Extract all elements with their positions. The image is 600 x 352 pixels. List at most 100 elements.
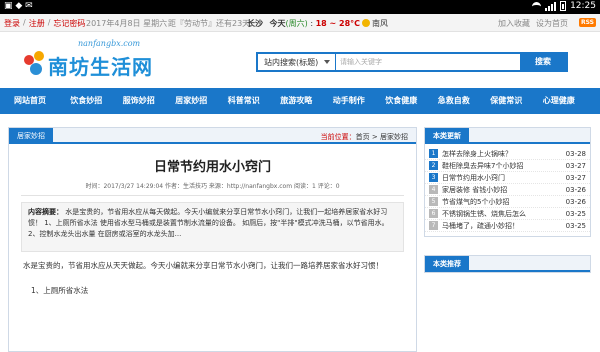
list-item[interactable]: 2 鞋柜除臭去异味7个小妙招 03-27 <box>425 160 590 172</box>
rank-badge: 5 <box>429 197 438 206</box>
rank-badge: 2 <box>429 161 438 170</box>
weather-city: 长沙 <box>247 19 263 28</box>
weather-today-label: 今天 <box>269 19 286 28</box>
sidebar: 本类更新 1 怎样去除身上火锅味？ 03-28 2 鞋柜除臭去异味7个小妙招 03-27… <box>424 127 591 273</box>
breadcrumb-separator: > <box>369 133 380 141</box>
summary-label: 内容摘要： <box>28 208 63 216</box>
rank-badge: 1 <box>429 149 438 158</box>
nav-item-first-aid[interactable]: 急救自救 <box>428 88 481 114</box>
list-item-title[interactable]: 不锈钢锅生锈、烧焦后怎么 <box>442 209 562 219</box>
status-icons: 12:25 <box>532 1 596 11</box>
site-links: 加入收藏 设为首页 <box>498 18 568 29</box>
breadcrumb-label: 当前位置： <box>320 133 356 141</box>
breadcrumb: 当前位置：首页 > 居家妙招 <box>321 132 408 142</box>
nav-item-clothing-tips[interactable]: 服饰妙招 <box>113 88 166 114</box>
site-header: nanfangbx.com 南坊生活网 站内搜索(标题) 搜索 <box>0 33 600 88</box>
list-item[interactable]: 1 怎样去除身上火锅味？ 03-28 <box>425 148 590 160</box>
article-panel: 居家妙招 当前位置：首页 > 居家妙招 日常节约用水小窍门 时间：2017/3/… <box>8 127 417 352</box>
article-panel-header: 居家妙招 当前位置：首页 > 居家妙招 <box>9 128 416 144</box>
rss-badge[interactable]: RSS <box>579 18 596 27</box>
add-favorite-link[interactable]: 加入收藏 <box>498 18 530 29</box>
notification-icons: ▣ ◆ ✉ <box>4 1 33 11</box>
list-item-title[interactable]: 家居装修 省钱小妙招 <box>442 185 562 195</box>
separator: / <box>47 18 51 27</box>
recent-updates-list: 1 怎样去除身上火锅味？ 03-28 2 鞋柜除臭去异味7个小妙招 03-27 3 日常节… <box>425 144 590 236</box>
list-item[interactable]: 3 日常节约用水小窍门 03-27 <box>425 172 590 184</box>
list-item-date: 03-27 <box>565 161 586 170</box>
list-item-title[interactable]: 马桶堵了，疏通小妙招！ <box>442 221 562 231</box>
nav-item-mental-health[interactable]: 心理健康 <box>533 88 586 114</box>
recommend-box: 本类推荐 <box>424 255 591 273</box>
article-list-item: 1、上厕所省水法 <box>31 286 89 295</box>
list-item-date: 03-28 <box>565 149 586 158</box>
weather-temp: 18 ~ 28 <box>315 19 351 28</box>
list-item-date: 03-27 <box>565 173 586 182</box>
recent-updates-title: 本类更新 <box>425 128 469 144</box>
article-summary: 内容摘要： 水是宝贵的，节省用水应从每天做起。今天小编就来分享日常节水小窍门，让… <box>21 202 404 252</box>
article-paragraph: 水是宝贵的，节省用水应从天天做起。今天小编就来分享日常节水小窍门，让我们一路培养… <box>23 261 383 270</box>
system-status-bar: ▣ ◆ ✉ 12:25 <box>0 0 600 14</box>
top-info-bar: 登录 / 注册 / 忘记密码 2017年4月8日 星期六 距『劳动节』还有23天… <box>0 14 600 32</box>
nav-item-home-tips[interactable]: 居家妙招 <box>165 88 218 114</box>
summary-text: 水是宝贵的，节省用水应从每天做起。今天小编就来分享日常节水小窍门，让我们一起培养… <box>28 208 389 238</box>
logo-domain: nanfangbx.com <box>78 39 141 48</box>
list-item-date: 03-25 <box>565 221 586 230</box>
recommend-header: 本类推荐 <box>425 256 590 272</box>
logo-text: 南坊生活网 <box>48 55 153 79</box>
nav-item-travel[interactable]: 旅游攻略 <box>270 88 323 114</box>
rank-badge: 7 <box>429 221 438 230</box>
sun-icon <box>362 19 371 27</box>
search-scope-label: 站内搜索(标题) <box>264 58 319 67</box>
chevron-down-icon <box>324 60 330 64</box>
battery-icon <box>560 1 567 11</box>
account-links: 登录 / 注册 / 忘记密码 <box>4 18 85 29</box>
wifi-icon <box>532 2 542 10</box>
search-input[interactable] <box>336 54 520 70</box>
separator: / <box>23 18 26 27</box>
logo-mark-icon <box>22 49 48 77</box>
article-title: 日常节约用水小窍门 <box>153 160 271 175</box>
list-item-title[interactable]: 鞋柜除臭去异味7个小妙招 <box>442 161 562 171</box>
nav-item-diy[interactable]: 动手制作 <box>323 88 376 114</box>
rank-badge: 4 <box>429 185 438 194</box>
search-scope-select[interactable]: 站内搜索(标题) <box>258 54 336 70</box>
recent-updates-box: 本类更新 1 怎样去除身上火锅味？ 03-28 2 鞋柜除臭去异味7个小妙招 03-27… <box>424 127 591 237</box>
nav-item-health-care[interactable]: 保健常识 <box>480 88 533 114</box>
login-link[interactable]: 登录 <box>4 18 20 29</box>
divider <box>21 195 404 196</box>
signal-icon <box>545 1 557 11</box>
weather-weekday: (周六) <box>285 19 308 28</box>
list-item[interactable]: 7 马桶堵了，疏通小妙招！ 03-25 <box>425 220 590 232</box>
weather-widget: 长沙 今天(周六) : 18 ~ 28°C 南风 <box>247 18 388 29</box>
site-search: 站内搜索(标题) 搜索 <box>256 52 568 72</box>
list-item-title[interactable]: 怎样去除身上火锅味？ <box>442 149 562 159</box>
list-item-date: 03-25 <box>565 209 586 218</box>
register-link[interactable]: 注册 <box>29 18 45 29</box>
list-item[interactable]: 6 不锈钢锅生锈、烧焦后怎么 03-25 <box>425 208 590 220</box>
breadcrumb-home[interactable]: 首页 <box>356 133 370 141</box>
nav-item-science[interactable]: 科普常识 <box>218 88 271 114</box>
category-tab[interactable]: 居家妙招 <box>9 128 53 144</box>
weather-separator: : <box>310 19 314 28</box>
list-item-title[interactable]: 日常节约用水小窍门 <box>442 173 562 183</box>
list-item[interactable]: 4 家居装修 省钱小妙招 03-26 <box>425 184 590 196</box>
breadcrumb-category[interactable]: 居家妙招 <box>380 133 408 141</box>
set-homepage-link[interactable]: 设为首页 <box>536 18 568 29</box>
list-item[interactable]: 5 节省煤气的5个小妙招 03-26 <box>425 196 590 208</box>
rank-badge: 3 <box>429 173 438 182</box>
nav-item-diet-health[interactable]: 饮食健康 <box>375 88 428 114</box>
forgot-password-link[interactable]: 忘记密码 <box>53 18 85 29</box>
nav-item-home[interactable]: 网站首页 <box>0 88 60 114</box>
holiday-countdown: 距『劳动节』还有23天 <box>168 19 251 28</box>
site-logo[interactable]: nanfangbx.com 南坊生活网 <box>22 39 162 81</box>
weather-wind: 南风 <box>372 19 389 28</box>
recent-updates-header: 本类更新 <box>425 128 590 144</box>
list-item-date: 03-26 <box>565 185 586 194</box>
recommend-title: 本类推荐 <box>425 256 469 272</box>
search-button[interactable]: 搜索 <box>520 54 566 70</box>
article-meta: 时间：2017/3/27 14:29:04 作者：生活技巧 来源：http://… <box>85 183 340 190</box>
list-item-title[interactable]: 节省煤气的5个小妙招 <box>442 197 562 207</box>
nav-item-food-tips[interactable]: 饮食妙招 <box>60 88 113 114</box>
main-nav: 网站首页 饮食妙招 服饰妙招 居家妙招 科普常识 旅游攻略 动手制作 饮食健康 … <box>0 88 600 114</box>
weather-temp-unit: °C <box>350 19 361 28</box>
